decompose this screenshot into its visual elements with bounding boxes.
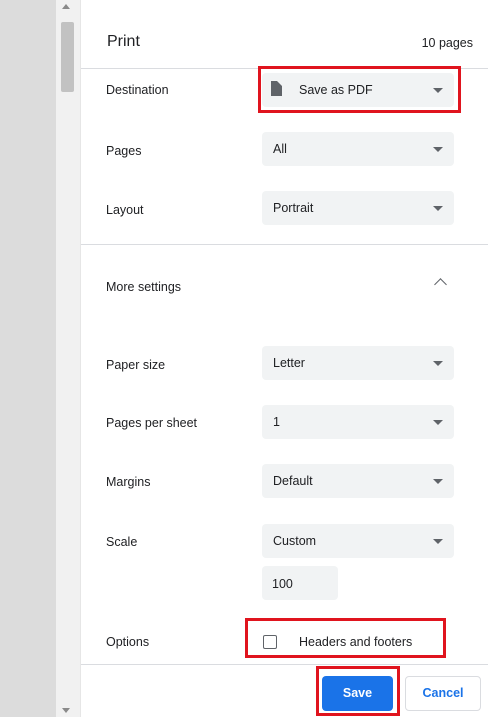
layout-label: Layout (106, 203, 144, 217)
chevron-up-icon[interactable] (434, 278, 447, 291)
more-settings-label[interactable]: More settings (106, 280, 181, 294)
margins-label: Margins (106, 475, 151, 489)
save-highlight (316, 666, 400, 716)
scrollbar[interactable] (56, 0, 81, 717)
destination-label: Destination (106, 83, 169, 97)
dialog-footer: Save Cancel (81, 664, 488, 718)
margins-select[interactable]: Default (262, 464, 454, 498)
page-count: 10 pages (421, 36, 473, 50)
divider (81, 244, 488, 245)
print-dialog: Print 10 pages Destination Save as PDF P… (81, 0, 488, 717)
chevron-down-icon (433, 420, 443, 425)
options-highlight (245, 618, 446, 658)
scroll-up-arrow-icon[interactable] (62, 4, 70, 9)
margins-value: Default (273, 474, 313, 488)
destination-highlight (258, 66, 461, 113)
pages-per-sheet-label: Pages per sheet (106, 416, 198, 430)
pages-per-sheet-value: 1 (273, 415, 280, 429)
chevron-down-icon (433, 539, 443, 544)
paper-size-select[interactable]: Letter (262, 346, 454, 380)
paper-size-label: Paper size (106, 358, 166, 372)
pages-value: All (273, 142, 287, 156)
pages-label: Pages (106, 144, 142, 158)
scrollbar-thumb[interactable] (61, 22, 74, 92)
pages-select[interactable]: All (262, 132, 454, 166)
scale-input-value: 100 (272, 577, 293, 591)
left-gutter (0, 0, 56, 717)
scroll-down-arrow-icon[interactable] (62, 708, 70, 713)
options-label: Options (106, 635, 150, 649)
layout-value: Portrait (273, 201, 314, 215)
scale-label: Scale (106, 535, 138, 549)
chevron-down-icon (433, 147, 443, 152)
pages-per-sheet-select[interactable]: 1 (262, 405, 454, 439)
cancel-button[interactable]: Cancel (405, 676, 481, 711)
scale-input[interactable]: 100 (262, 566, 338, 600)
paper-size-value: Letter (273, 356, 305, 370)
chevron-down-icon (433, 361, 443, 366)
chevron-down-icon (433, 479, 443, 484)
scale-select[interactable]: Custom (262, 524, 454, 558)
print-header: Print 10 pages (81, 0, 488, 69)
scale-value: Custom (273, 534, 317, 548)
layout-select[interactable]: Portrait (262, 191, 454, 225)
page-title: Print (107, 33, 140, 50)
chevron-down-icon (433, 206, 443, 211)
